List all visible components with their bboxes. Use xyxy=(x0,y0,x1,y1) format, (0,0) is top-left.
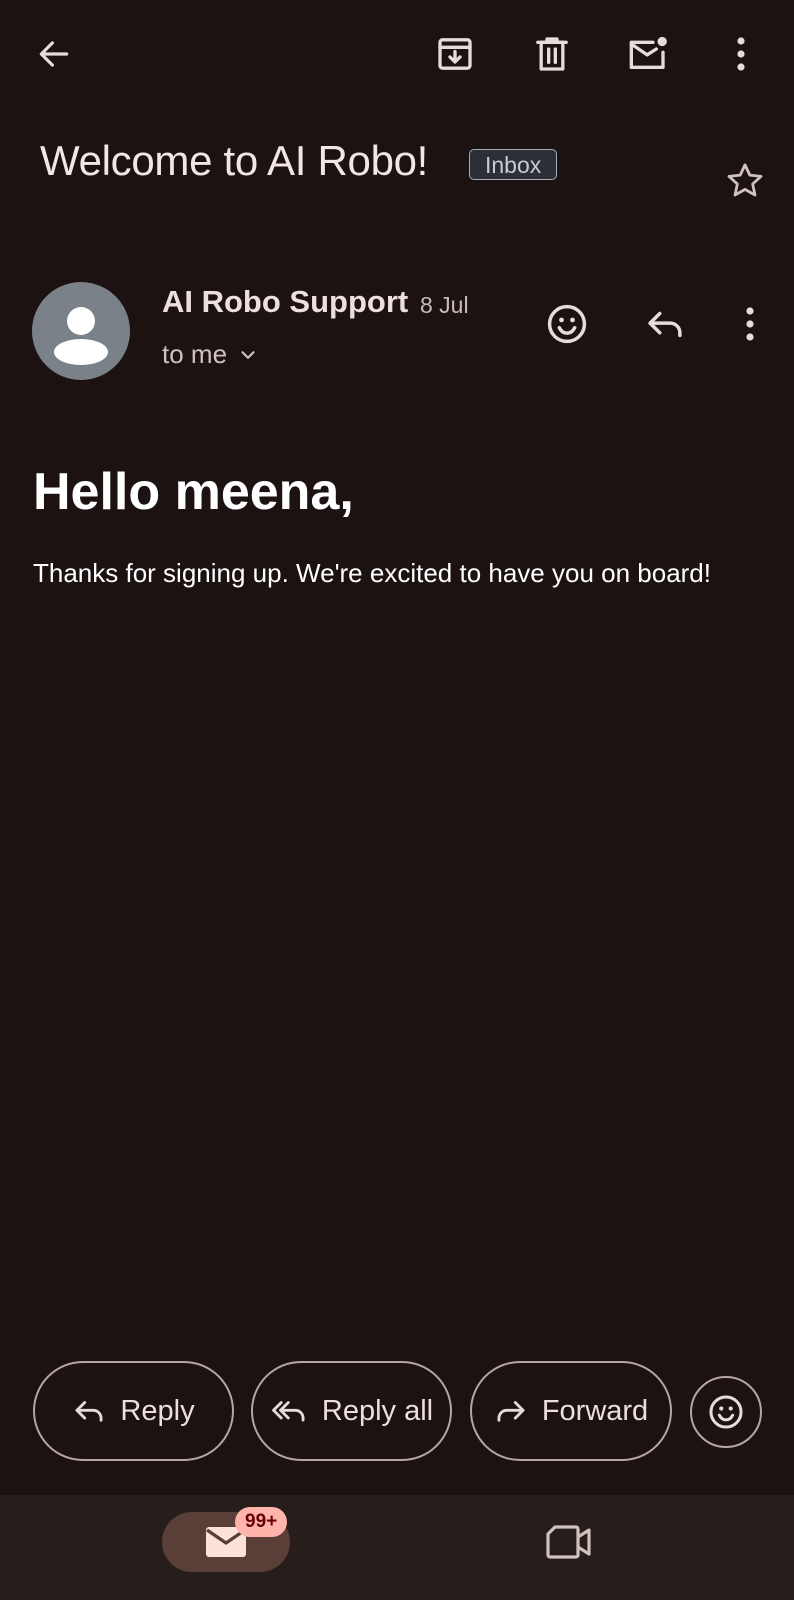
email-subject: Welcome to AI Robo! xyxy=(40,137,429,184)
reply-button[interactable]: Reply xyxy=(33,1361,234,1461)
email-greeting: Hello meena, xyxy=(33,463,354,521)
archive-icon xyxy=(438,38,472,70)
chevron-down-icon xyxy=(241,350,255,359)
mark-unread-button[interactable] xyxy=(620,26,676,82)
reply-icon xyxy=(648,311,682,338)
recipient-details-toggle[interactable]: to me xyxy=(162,339,259,370)
person-icon xyxy=(54,307,108,365)
smiley-icon xyxy=(709,1395,743,1429)
recipient-text: to me xyxy=(162,339,228,369)
add-reaction-button[interactable] xyxy=(539,296,595,352)
smiley-icon xyxy=(547,304,587,344)
trash-icon xyxy=(536,37,568,71)
reply-all-icon xyxy=(272,1401,305,1422)
message-more-button[interactable] xyxy=(722,296,778,352)
unread-count-badge: 99+ xyxy=(235,1507,288,1537)
sender-avatar[interactable] xyxy=(32,282,130,380)
video-camera-icon xyxy=(546,1525,591,1559)
emoji-reaction-button[interactable] xyxy=(690,1376,762,1448)
sender-date: 8 Jul xyxy=(420,292,469,318)
more-vertical-icon xyxy=(737,37,745,71)
nav-meet-tab[interactable] xyxy=(535,1512,603,1572)
forward-button-label: Forward xyxy=(541,1394,649,1427)
more-vertical-icon xyxy=(746,307,754,341)
email-body: Thanks for signing up. We're excited to … xyxy=(33,558,711,588)
reply-button-label: Reply xyxy=(120,1394,195,1427)
reply-icon-button[interactable] xyxy=(637,296,693,352)
sender-name[interactable]: AI Robo Support xyxy=(162,284,408,320)
delete-button[interactable] xyxy=(524,26,580,82)
archive-button[interactable] xyxy=(427,26,483,82)
email-view: Welcome to AI Robo! Inbox AI Robo Suppor… xyxy=(0,0,794,1600)
star-icon xyxy=(727,163,763,197)
back-button[interactable] xyxy=(26,26,82,82)
inbox-label-chip[interactable]: Inbox xyxy=(469,149,558,180)
arrow-left-icon xyxy=(39,41,69,67)
forward-button[interactable]: Forward xyxy=(470,1361,672,1461)
mail-unread-icon xyxy=(629,36,667,70)
reply-all-button-label: Reply all xyxy=(321,1394,434,1427)
bottom-navigation: 99+ xyxy=(0,1495,794,1600)
forward-icon xyxy=(497,1401,525,1422)
reply-all-button[interactable]: Reply all xyxy=(251,1361,452,1461)
reply-icon xyxy=(75,1401,103,1422)
more-options-button[interactable] xyxy=(713,26,769,82)
star-button[interactable] xyxy=(717,153,773,209)
